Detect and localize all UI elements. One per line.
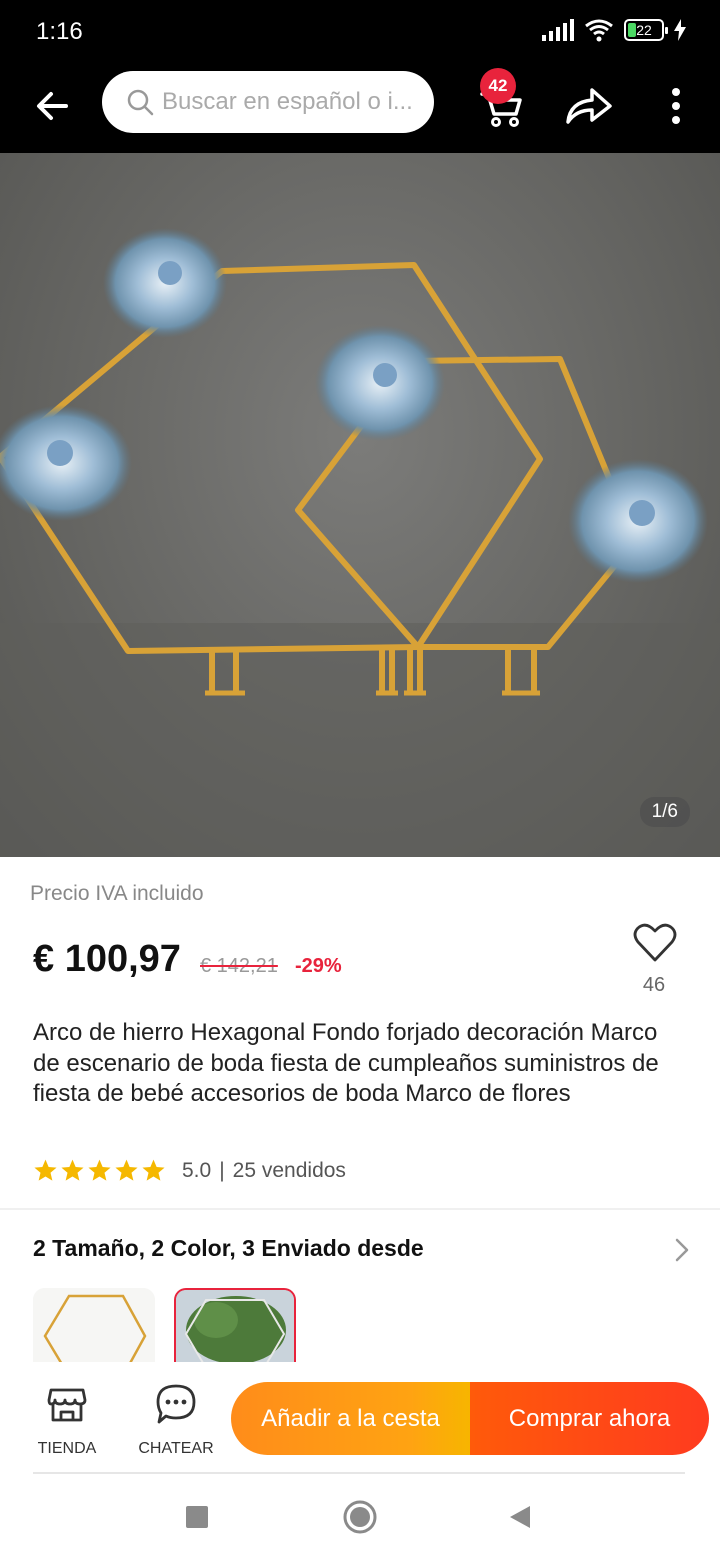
variant-thumb-image xyxy=(176,1290,294,1368)
more-options-icon[interactable] xyxy=(664,84,688,128)
chevron-right-icon xyxy=(675,1238,689,1262)
chat-button[interactable]: CHATEAR xyxy=(134,1382,218,1457)
product-title: Arco de hierro Hexagonal Fondo forjado d… xyxy=(33,1019,659,1107)
share-icon[interactable] xyxy=(562,82,614,130)
battery-level: 22 xyxy=(636,22,652,38)
image-counter: 1/6 xyxy=(639,797,690,827)
star-icon xyxy=(34,1159,57,1181)
product-photo xyxy=(0,228,720,857)
home-icon[interactable] xyxy=(343,1500,377,1534)
search-placeholder: Buscar en español o i... xyxy=(162,88,413,115)
buy-now-button[interactable]: Comprar ahora xyxy=(470,1382,709,1455)
cart-count-badge: 42 xyxy=(480,68,516,104)
recent-apps-icon[interactable] xyxy=(186,1506,208,1528)
chat-label: CHATEAR xyxy=(138,1440,214,1457)
status-time: 1:16 xyxy=(36,18,83,45)
variant-thumb-photo[interactable] xyxy=(174,1288,296,1368)
bottom-action-bar: TIENDA CHATEAR Añadir a la cesta Comprar… xyxy=(0,1362,720,1472)
rating-value: 5.0 xyxy=(182,1158,212,1182)
wishlist-count: 46 xyxy=(642,974,666,996)
store-icon xyxy=(47,1388,87,1422)
cta-group: Añadir a la cesta Comprar ahora xyxy=(231,1382,709,1455)
search-input[interactable]: Buscar en español o i... xyxy=(102,71,434,133)
status-icons: 22 xyxy=(542,18,686,42)
rating-separator: | xyxy=(219,1158,225,1182)
star-icon xyxy=(88,1159,111,1181)
heart-icon[interactable] xyxy=(632,920,678,966)
chat-icon xyxy=(156,1384,196,1424)
search-icon xyxy=(127,89,154,116)
variants-selector[interactable]: 2 Tamaño, 2 Color, 3 Enviado desde xyxy=(33,1235,693,1267)
variants-summary: 2 Tamaño, 2 Color, 3 Enviado desde xyxy=(33,1235,424,1261)
product-image[interactable]: 1/6 xyxy=(0,153,720,857)
charging-icon xyxy=(674,19,686,41)
status-bar: 1:16 22 xyxy=(0,0,720,64)
system-nav-bar xyxy=(0,1474,720,1560)
store-button[interactable]: TIENDA xyxy=(26,1382,108,1457)
current-price: € 100,97 xyxy=(33,938,181,980)
variant-thumb-image xyxy=(33,1288,155,1368)
star-icon xyxy=(61,1159,84,1181)
section-divider xyxy=(0,1208,720,1210)
star-icon xyxy=(115,1159,138,1181)
top-nav: Buscar en español o i... 42 xyxy=(0,64,720,153)
store-label: TIENDA xyxy=(37,1440,97,1457)
discount-badge: -29% xyxy=(295,955,342,977)
add-to-cart-button[interactable]: Añadir a la cesta xyxy=(231,1382,470,1455)
system-back-icon[interactable] xyxy=(508,1504,532,1530)
rating-row: 5.0 | 25 vendidos xyxy=(33,1158,346,1183)
star-icon xyxy=(142,1159,165,1181)
wifi-icon xyxy=(585,19,613,42)
battery-icon: 22 xyxy=(624,19,668,41)
price-note: Precio IVA incluido xyxy=(30,882,204,905)
variant-thumb-gold[interactable] xyxy=(33,1288,155,1368)
signal-icon xyxy=(542,19,574,41)
original-price: € 142,21 xyxy=(200,955,278,977)
back-arrow-icon[interactable] xyxy=(30,84,74,128)
rating-stars xyxy=(33,1158,166,1183)
sold-count: 25 vendidos xyxy=(232,1158,346,1182)
